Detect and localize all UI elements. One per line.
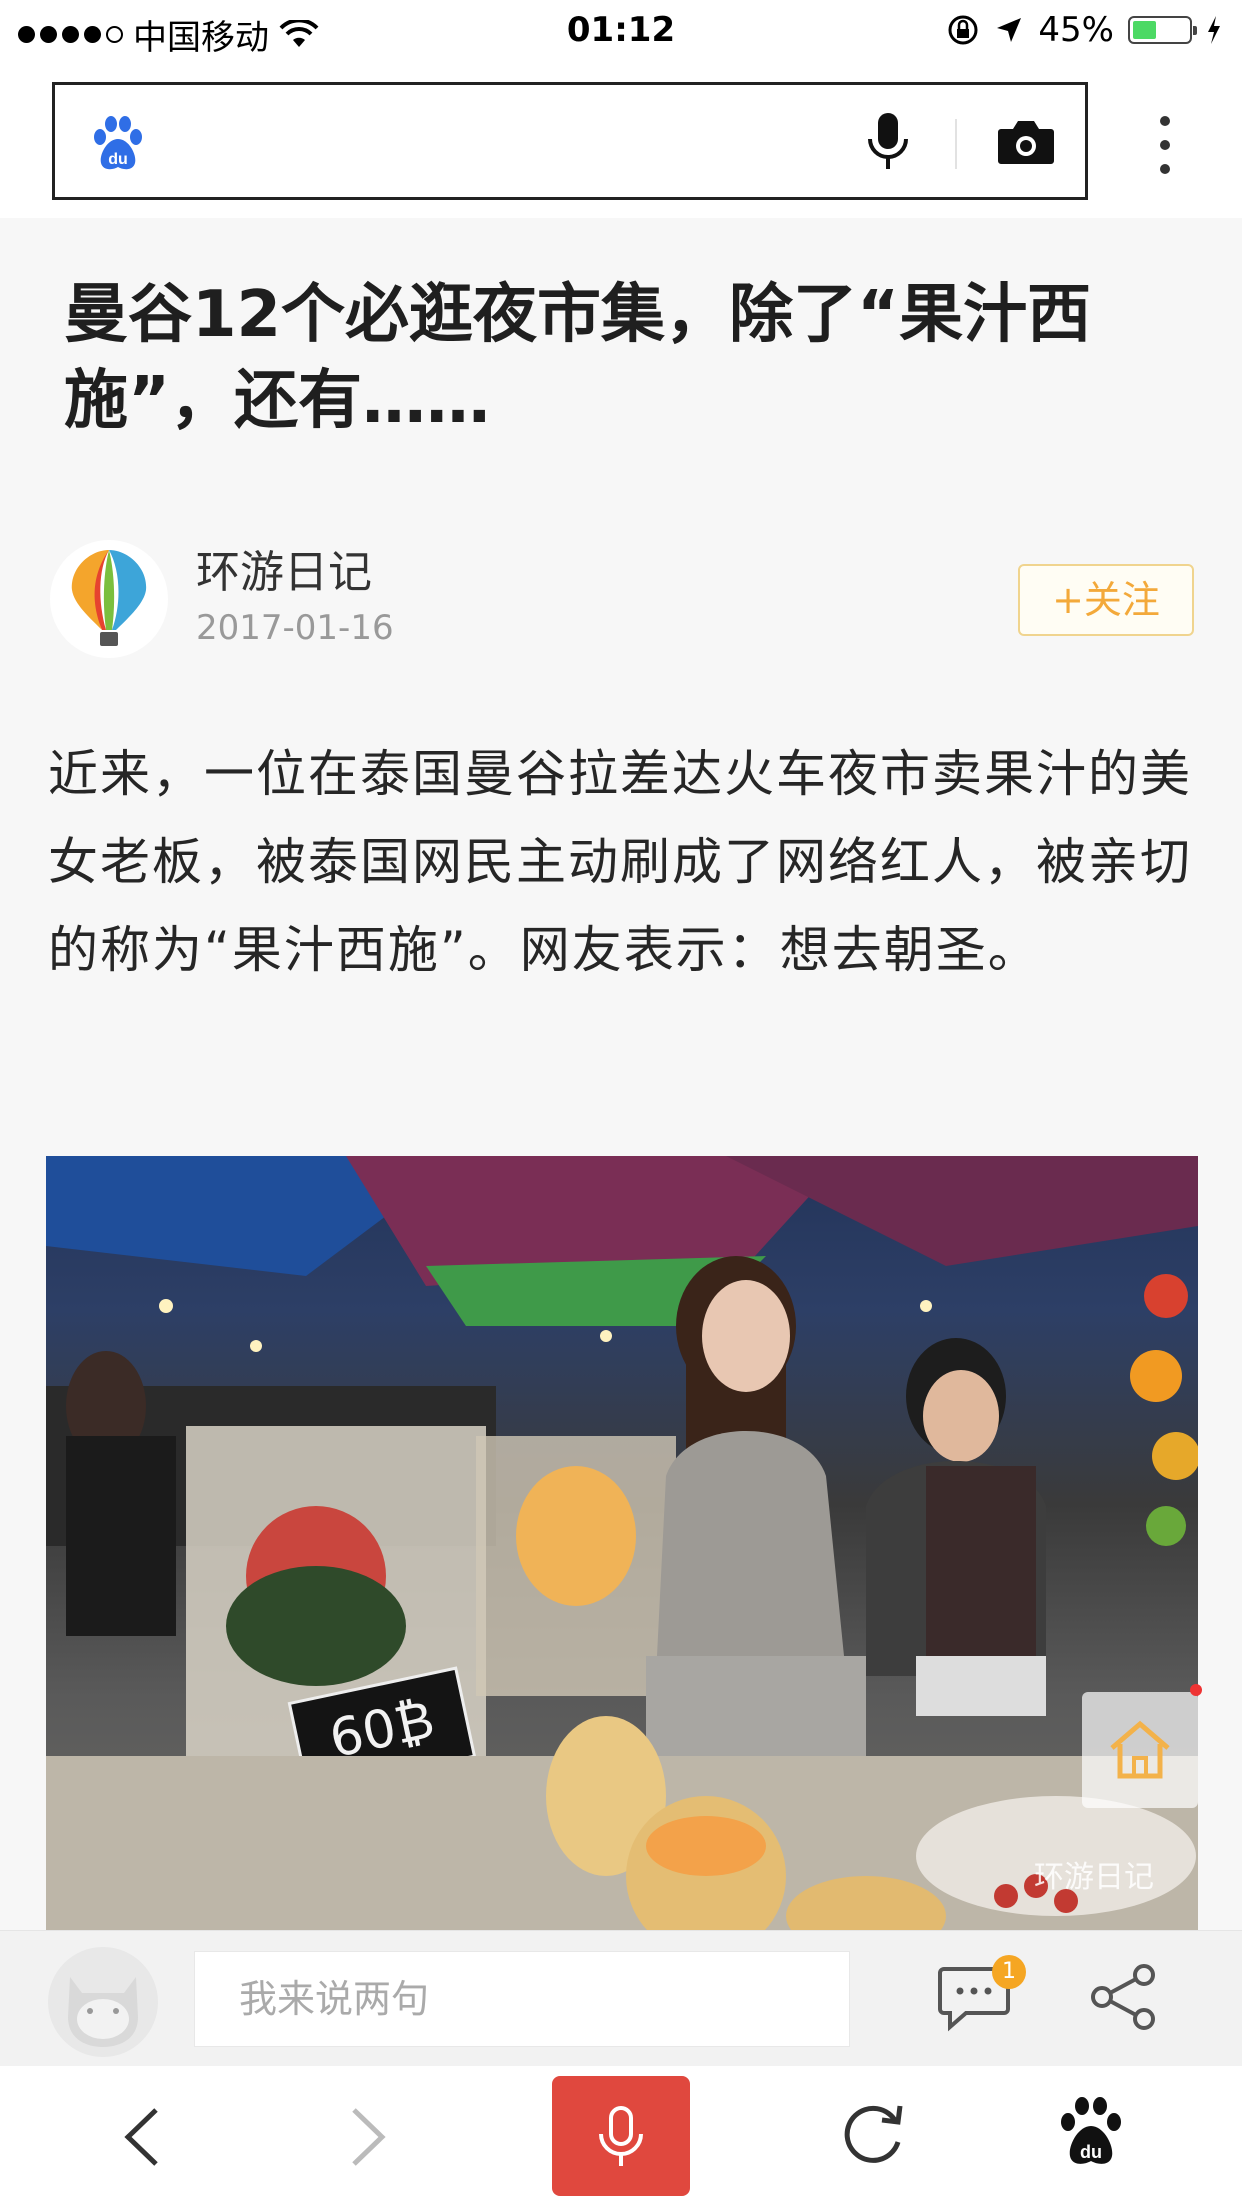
microphone-icon xyxy=(599,2106,643,2166)
night-market-illustration: 60₿ xyxy=(46,1156,1198,1930)
publish-date: 2017-01-16 xyxy=(196,608,394,648)
battery-percent: 45% xyxy=(1038,10,1114,50)
search-divider xyxy=(955,119,957,169)
image-watermark: 环游日记 xyxy=(1034,1860,1154,1895)
baidu-home-logo-text: du xyxy=(1080,2142,1102,2162)
browser-nav-bar: du xyxy=(0,2066,1242,2208)
search-box[interactable]: du xyxy=(52,82,1088,200)
floating-home-button[interactable] xyxy=(1082,1692,1198,1808)
battery-icon xyxy=(1128,16,1197,44)
charging-icon xyxy=(1208,16,1220,44)
notification-dot xyxy=(1190,1684,1202,1696)
camera-icon[interactable] xyxy=(997,117,1055,165)
orientation-lock-icon xyxy=(948,15,978,45)
share-icon[interactable] xyxy=(1088,1961,1160,2033)
balloon-logo-icon xyxy=(67,548,151,646)
baidu-logo-text: du xyxy=(108,151,128,168)
comment-input[interactable]: 我来说两句 xyxy=(194,1951,850,2047)
author-name[interactable]: 环游日记 xyxy=(196,536,372,600)
author-avatar[interactable] xyxy=(50,540,168,658)
comment-count-badge: 1 xyxy=(992,1955,1026,1989)
forward-arrow-icon[interactable] xyxy=(342,2104,392,2170)
article-paragraph: 近来，一位在泰国曼谷拉差达火车夜市卖果汁的美女老板，被泰国网民主动刷成了网络红人… xyxy=(48,745,1192,979)
search-header: du xyxy=(0,62,1242,218)
follow-button[interactable]: +关注 xyxy=(1018,564,1194,636)
cat-avatar-icon xyxy=(68,1977,138,2047)
baidu-paw-icon: du xyxy=(94,116,142,170)
article-photo[interactable]: 60₿ 环游日记 xyxy=(46,1156,1198,1930)
article-title: 曼谷12个必逛夜市集，除了“果汁西施”，还有…… xyxy=(64,278,1092,438)
more-menu-icon[interactable] xyxy=(1150,116,1180,174)
refresh-icon[interactable] xyxy=(838,2098,908,2168)
microphone-icon[interactable] xyxy=(865,111,911,173)
baidu-home-icon[interactable]: du xyxy=(1058,2096,1124,2168)
voice-search-button[interactable] xyxy=(552,2076,690,2196)
comment-bar: 我来说两句 1 xyxy=(0,1930,1242,2067)
battery-fill xyxy=(1133,21,1157,39)
user-avatar[interactable] xyxy=(48,1947,158,2057)
status-bar: 中国移动 01:12 45% xyxy=(0,0,1242,62)
location-icon xyxy=(997,18,1022,42)
home-icon xyxy=(1110,1720,1170,1779)
article: 曼谷12个必逛夜市集，除了“果汁西施”，还有…… 环游日记 2017-01-16… xyxy=(0,218,1242,1930)
status-right: 45% xyxy=(946,10,1222,50)
back-arrow-icon[interactable] xyxy=(118,2104,168,2170)
